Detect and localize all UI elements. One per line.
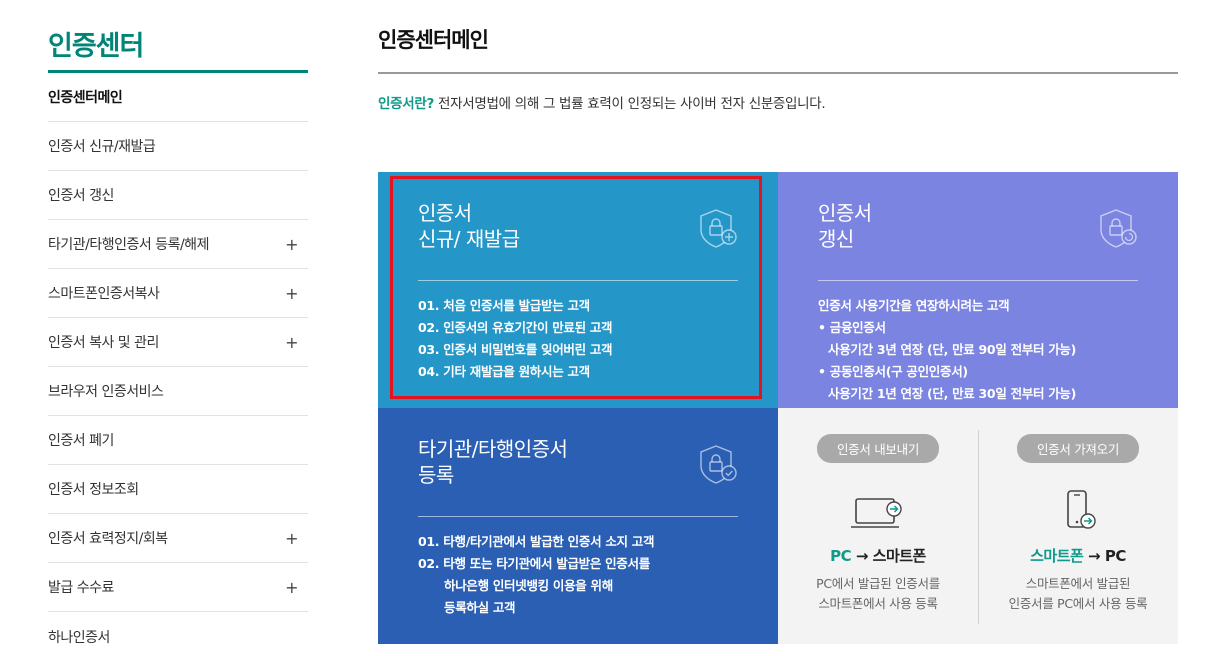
direction-arrow: → (851, 547, 873, 565)
sidebar-item-label: 스마트폰인증서복사 (48, 286, 160, 302)
sidebar-item-label: 인증서 효력정지/회복 (48, 531, 168, 547)
export-section[interactable]: 인증서 내보내기 PC → 스마트폰 PC에서 발급된 인증서를 스마트폰에서 … (778, 408, 978, 644)
card-list: 인증서 사용기간을 연장하시려는 고객 • 금융인증서 사용기간 3년 연장 (… (818, 295, 1138, 405)
expand-plus-icon[interactable]: + (285, 333, 308, 352)
sidebar-item-fee[interactable]: 발급 수수료 + (48, 563, 308, 612)
smartphone-import-icon (1067, 490, 1096, 529)
main-content: 인증센터메인 인증서란? 전자서명법에 의해 그 법률 효력이 인정되는 사이버… (378, 0, 1178, 644)
sidebar-item-label: 하나인증서 (48, 629, 110, 646)
import-button[interactable]: 인증서 가져오기 (1016, 434, 1140, 463)
card-renew[interactable]: 인증서 갱신 인증서 사용기간을 연장하시려는 고객 • 금융인증서 사용기간 … (778, 172, 1178, 408)
direction-from: 스마트폰 (1030, 547, 1084, 565)
highlight-box (390, 176, 762, 399)
card-divider (418, 516, 738, 517)
sidebar-item-renew[interactable]: 인증서 갱신 (48, 171, 308, 220)
card-copy: 인증서 내보내기 PC → 스마트폰 PC에서 발급된 인증서를 스마트폰에서 … (778, 408, 1178, 644)
sidebar-item-hana-cert[interactable]: 하나인증서 (48, 612, 308, 656)
card-other-register[interactable]: 타기관/타행인증서 등록 01. 타행/타기관에서 발급한 인증서 소지 고객 … (378, 408, 778, 644)
sidebar-item-browser-cert[interactable]: 브라우저 인증서비스 (48, 367, 308, 416)
list-item: • 공동인증서(구 공인인증서) (818, 364, 968, 379)
list-item: 사용기간 3년 연장 (단, 만료 90일 전부터 가능) (828, 342, 1077, 357)
list-item: 하나은행 인터넷뱅킹 이용을 위해 (444, 578, 613, 593)
sidebar-item-new-reissue[interactable]: 인증서 신규/재발급 (48, 122, 308, 171)
list-item: • 금융인증서 (818, 320, 886, 335)
sidebar-item-label: 타기관/타행인증서 등록/해제 (48, 237, 209, 253)
expand-plus-icon[interactable]: + (285, 529, 308, 548)
card-title: 인증서 갱신 (818, 201, 872, 251)
laptop-export-icon (851, 498, 902, 528)
sidebar-item-copy-manage[interactable]: 인증서 복사 및 관리 + (48, 318, 308, 367)
sidebar-item-label: 발급 수수료 (48, 580, 114, 596)
sidebar-item-suspend[interactable]: 인증서 효력정지/회복 + (48, 514, 308, 563)
service-grid: 인증서 신규/ 재발급 01. 처음 인증서를 발급받는 고객 02. 인증서의… (378, 172, 1178, 644)
sidebar-item-label: 인증서 폐기 (48, 433, 114, 449)
card-list: 01. 타행/타기관에서 발급한 인증서 소지 고객 02. 타행 또는 타기관… (418, 531, 738, 619)
sidebar-item-main[interactable]: 인증센터메인 (48, 73, 308, 122)
title-divider (378, 72, 1178, 74)
expand-plus-icon[interactable]: + (285, 284, 308, 303)
list-item: 등록하실 고객 (444, 600, 516, 615)
sidebar-item-label: 인증센터메인 (48, 90, 123, 106)
list-item: 사용기간 1년 연장 (단, 만료 30일 전부터 가능) (828, 386, 1077, 401)
sidebar-item-label: 인증서 복사 및 관리 (48, 335, 159, 351)
intro-body: 전자서명법에 의해 그 법률 효력이 인정되는 사이버 전자 신분증입니다. (434, 96, 826, 112)
export-direction: PC → 스마트폰 (778, 545, 978, 566)
direction-arrow: → (1083, 547, 1105, 565)
page-title: 인증센터메인 (378, 28, 489, 52)
export-description: PC에서 발급된 인증서를 스마트폰에서 사용 등록 (816, 576, 940, 611)
intro-highlight: 인증서란? (378, 96, 435, 112)
list-item: 인증서 사용기간을 연장하시려는 고객 (818, 298, 1010, 313)
sidebar-item-info[interactable]: 인증서 정보조회 (48, 465, 308, 514)
card-new-reissue[interactable]: 인증서 신규/ 재발급 01. 처음 인증서를 발급받는 고객 02. 인증서의… (378, 172, 778, 408)
shield-lock-refresh-icon (1100, 209, 1137, 248)
intro-text: 인증서란? 전자서명법에 의해 그 법률 효력이 인정되는 사이버 전자 신분증… (378, 92, 1178, 112)
sidebar-item-revoke[interactable]: 인증서 폐기 (48, 416, 308, 465)
import-direction: 스마트폰 → PC (978, 545, 1178, 566)
import-description: 스마트폰에서 발급된 인증서를 PC에서 사용 등록 (1008, 576, 1148, 611)
sidebar-item-label: 인증서 신규/재발급 (48, 139, 156, 155)
expand-plus-icon[interactable]: + (285, 578, 308, 597)
sidebar-item-label: 인증서 갱신 (48, 188, 114, 204)
sidebar-item-label: 인증서 정보조회 (48, 482, 139, 498)
shield-lock-check-icon (700, 445, 737, 484)
sidebar-item-other-register[interactable]: 타기관/타행인증서 등록/해제 + (48, 220, 308, 269)
direction-from: PC (830, 547, 852, 565)
sidebar-item-label: 브라우저 인증서비스 (48, 384, 164, 400)
import-section[interactable]: 인증서 가져오기 스마트폰 → PC 스마트폰에서 발급된 인증서를 PC에서 … (978, 408, 1178, 644)
sidebar-title: 인증센터 (48, 31, 144, 62)
card-title: 타기관/타행인증서 등록 (418, 437, 568, 487)
sidebar: 인증센터 인증센터메인 인증서 신규/재발급 인증서 갱신 타기관/타행인증서 … (48, 0, 308, 656)
direction-to: PC (1104, 547, 1127, 565)
list-item: 02. 타행 또는 타기관에서 발급받은 인증서를 (418, 556, 650, 571)
export-button[interactable]: 인증서 내보내기 (816, 434, 940, 463)
card-divider (818, 280, 1138, 281)
list-item: 01. 타행/타기관에서 발급한 인증서 소지 고객 (418, 534, 655, 549)
direction-to: 스마트폰 (872, 547, 927, 565)
expand-plus-icon[interactable]: + (285, 235, 308, 254)
sidebar-item-smartphone-copy[interactable]: 스마트폰인증서복사 + (48, 269, 308, 318)
